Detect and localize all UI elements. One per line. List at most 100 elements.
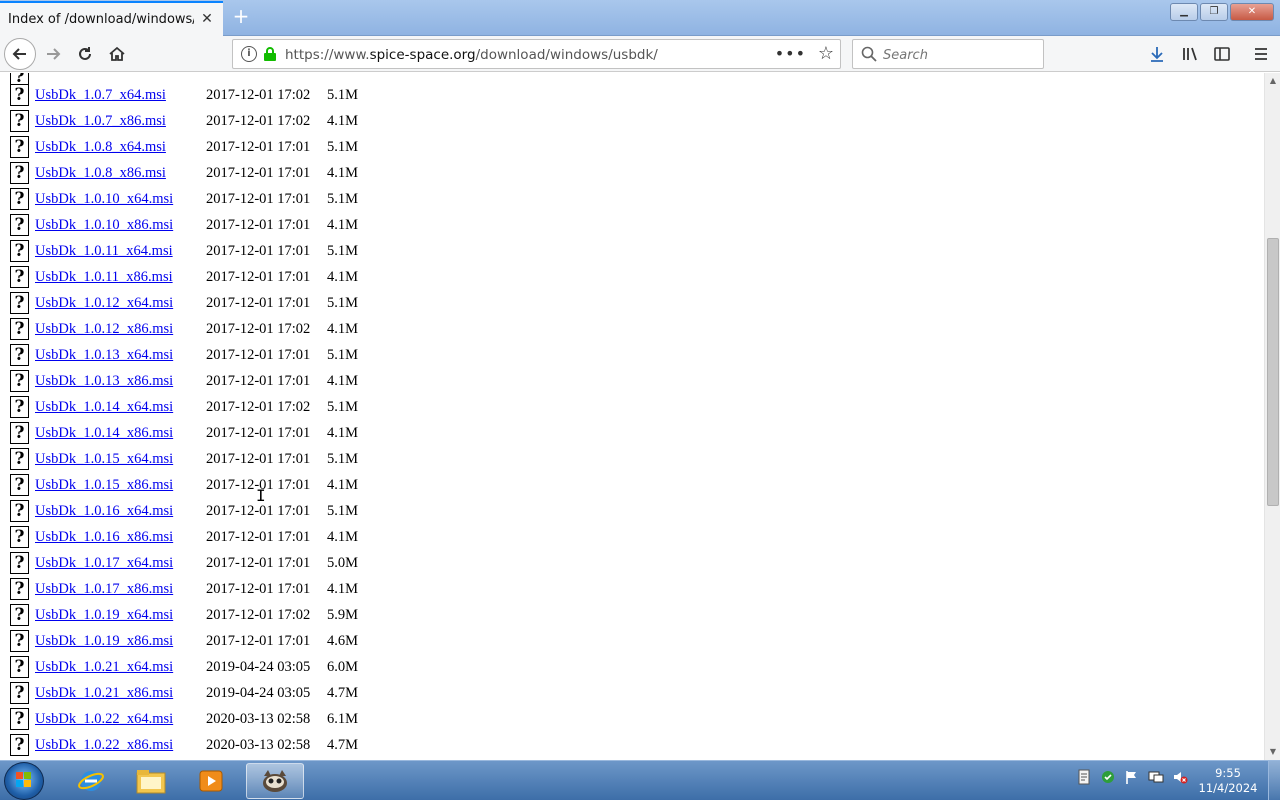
home-button[interactable] [102,40,132,68]
notes-tray-icon[interactable] [1076,769,1092,785]
maximize-button[interactable]: ❐ [1200,3,1228,21]
back-button[interactable] [4,38,36,70]
taskbar-internet-explorer[interactable] [62,763,120,799]
lock-icon[interactable] [263,46,277,62]
file-link[interactable]: UsbDk_1.0.17_x86.msi [35,581,206,598]
sidebar-icon [1214,47,1230,61]
file-link[interactable]: UsbDk_1.0.16_x64.msi [35,503,206,520]
search-bar[interactable] [852,39,1044,69]
tab-close-icon[interactable]: ✕ [199,11,215,27]
system-tray [1076,769,1188,785]
file-row: ? UsbDk_1.0.7_x86.msi 2017-12-01 17:02 4.1M [10,108,358,134]
new-tab-icon[interactable]: + [231,6,251,26]
file-date: 2017-12-01 17:01 [206,580,311,597]
file-date: 2017-12-01 17:01 [206,502,311,519]
file-link[interactable]: UsbDk_1.0.16_x86.msi [35,529,206,546]
file-row: ? UsbDk_1.0.11_x64.msi 2017-12-01 17:01 5.1… [10,238,358,264]
file-link[interactable]: UsbDk_1.0.11_x86.msi [35,269,206,286]
library-button[interactable] [1178,42,1202,66]
file-date: 2017-12-01 17:01 [206,450,311,467]
file-link[interactable]: UsbDk_1.0.10_x86.msi [35,217,206,234]
file-link[interactable]: UsbDk_1.0.19_x64.msi [35,607,206,624]
tab-active[interactable]: Index of /download/windows/usbdk ✕ [0,1,223,36]
security-tray-icon[interactable] [1100,769,1116,785]
file-link[interactable]: UsbDk_1.0.11_x64.msi [35,243,206,260]
taskbar-file-explorer[interactable] [122,763,180,799]
file-row: ? UsbDk_1.0.15_x64.msi 2017-12-01 17:01 5.1… [10,446,358,472]
file-link[interactable]: UsbDk_1.0.13_x64.msi [35,347,206,364]
unknown-file-icon: ? [10,708,29,730]
file-link[interactable]: UsbDk_1.0.8_x86.msi [35,165,206,182]
search-icon [861,46,877,62]
reload-button[interactable] [70,40,100,68]
file-row: ? UsbDk_1.0.21_x86.msi 2019-04-24 03:05 4.7… [10,680,358,706]
file-link[interactable]: UsbDk_1.0.12_x86.msi [35,321,206,338]
file-row: ? UsbDk_1.0.16_x86.msi 2017-12-01 17:01 4.1… [10,524,358,550]
url-bar[interactable]: i https://www.spice-space.org/download/w… [232,39,841,69]
scroll-thumb[interactable] [1267,238,1279,506]
file-size: 5.1M [327,502,359,519]
file-link[interactable]: UsbDk_1.0.10_x64.msi [35,191,206,208]
unknown-file-icon: ? [10,136,29,158]
url-domain: spice-space.org [369,47,476,63]
vertical-scrollbar[interactable]: ▲ ▼ [1264,73,1280,760]
file-link[interactable]: UsbDk_1.0.13_x86.msi [35,373,206,390]
url-text[interactable]: https://www.spice-space.org/download/win… [285,47,658,63]
file-link[interactable]: UsbDk_1.0.22_x86.msi [35,737,206,754]
file-date: 2017-12-01 17:01 [206,138,311,155]
network-tray-icon[interactable] [1148,769,1164,785]
action-center-flag-icon[interactable] [1124,769,1140,785]
file-row: ? UsbDk_1.0.15_x86.msi 2017-12-01 17:01 4.1… [10,472,358,498]
system-clock[interactable]: 9:55 11/4/2024 [1198,766,1258,796]
close-window-button[interactable]: ✕ [1230,3,1274,21]
file-row: ? UsbDk_1.0.7_x64.msi 2017-12-01 17:02 5.1M [10,82,358,108]
sidebar-button[interactable] [1210,42,1234,66]
file-link[interactable]: UsbDk_1.0.15_x64.msi [35,451,206,468]
file-date: 2017-12-01 17:01 [206,632,311,649]
page-actions-icon[interactable]: ••• [775,44,806,63]
window-controls: ▁ ❐ ✕ [1170,3,1274,21]
minimize-button[interactable]: ▁ [1170,3,1198,21]
file-link[interactable]: UsbDk_1.0.12_x64.msi [35,295,206,312]
file-row: ? UsbDk_1.0.10_x86.msi 2017-12-01 17:01 4.1… [10,212,358,238]
search-input[interactable] [883,45,1033,65]
file-date: 2017-12-01 17:01 [206,424,311,441]
file-size: 5.0M [327,554,359,571]
taskbar-active-app[interactable] [246,763,304,799]
file-size: 5.1M [327,294,359,311]
file-link[interactable]: UsbDk_1.0.21_x64.msi [35,659,206,676]
file-size: 4.1M [327,268,359,285]
file-link[interactable]: UsbDk_1.0.22_x64.msi [35,711,206,728]
file-link[interactable]: UsbDk_1.0.21_x86.msi [35,685,206,702]
forward-button[interactable] [38,40,68,68]
file-link[interactable]: UsbDk_1.0.15_x86.msi [35,477,206,494]
downloads-button[interactable] [1145,42,1169,66]
scroll-down-arrow-icon[interactable]: ▼ [1265,744,1280,760]
info-icon[interactable]: i [241,46,257,62]
file-link[interactable]: UsbDk_1.0.8_x64.msi [35,139,206,156]
file-date: 2017-12-01 17:02 [206,320,311,337]
file-date: 2017-12-01 17:02 [206,606,311,623]
nav-toolbar: i https://www.spice-space.org/download/w… [0,36,1280,72]
windows-logo-icon [16,772,31,787]
scroll-up-arrow-icon[interactable]: ▲ [1265,73,1280,89]
file-link[interactable]: UsbDk_1.0.14_x86.msi [35,425,206,442]
file-link[interactable]: UsbDk_1.0.14_x64.msi [35,399,206,416]
taskbar-media-player[interactable] [182,763,240,799]
file-link[interactable]: UsbDk_1.0.7_x86.msi [35,113,206,130]
file-row: ? UsbDk_1.0.13_x64.msi 2017-12-01 17:01 5.1… [10,342,358,368]
bookmark-star-icon[interactable]: ☆ [818,43,834,64]
file-size: 4.1M [327,580,359,597]
file-size: 4.1M [327,372,359,389]
volume-muted-icon[interactable] [1172,769,1188,785]
show-desktop-button[interactable] [1268,761,1280,800]
file-date: 2017-12-01 17:02 [206,86,311,103]
internet-explorer-icon [78,771,104,791]
file-link[interactable]: UsbDk_1.0.19_x86.msi [35,633,206,650]
menu-button[interactable] [1249,42,1273,66]
start-button[interactable] [4,762,44,800]
file-row: ? UsbDk_1.0.12_x86.msi 2017-12-01 17:02 4.1… [10,316,358,342]
file-link[interactable]: UsbDk_1.0.17_x64.msi [35,555,206,572]
file-link[interactable]: UsbDk_1.0.7_x64.msi [35,87,206,104]
file-date: 2017-12-01 17:01 [206,476,311,493]
